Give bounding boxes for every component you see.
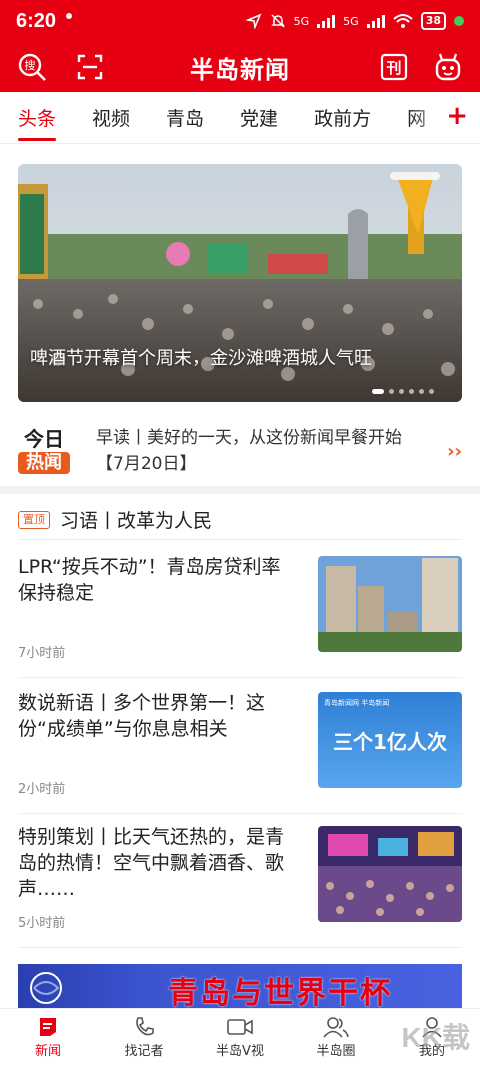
today-hot-news[interactable]: 今日 热闻 早读丨美好的一天，从这份新闻早餐开始【7月20日】 ›› xyxy=(0,418,480,484)
people-icon xyxy=(323,1017,349,1038)
globe-icon xyxy=(30,972,62,1004)
ad-text: 青岛与世界干杯 xyxy=(168,976,392,1008)
scan-icon xyxy=(77,54,103,80)
privacy-dot xyxy=(454,16,464,26)
nav-find-reporter[interactable]: 找记者 xyxy=(96,1009,192,1066)
news-thumbnail xyxy=(318,826,462,922)
signal-icon-1 xyxy=(317,14,336,28)
nav-community[interactable]: 半岛圈 xyxy=(288,1009,384,1066)
nav-label: 找记者 xyxy=(124,1044,164,1059)
signal-icon-2 xyxy=(366,14,385,28)
carousel-indicator xyxy=(372,389,434,394)
status-time: 6:20 xyxy=(16,9,57,32)
banner-caption: 啤酒节开幕首个周末，金沙滩啤酒城人气旺 xyxy=(30,348,372,369)
hot-headline: 早读丨美好的一天，从这份新闻早餐开始【7月20日】 xyxy=(96,428,402,474)
robot-icon xyxy=(435,53,461,81)
news-item[interactable]: 特别策划丨比天气还热的，是青岛的热情！空气中飘着酒香、歌声…… 5小时前 xyxy=(18,818,462,948)
news-thumbnail xyxy=(318,556,462,652)
chevron-right-icon: ›› xyxy=(447,440,462,462)
nav-video[interactable]: 半岛V视 xyxy=(192,1009,288,1066)
watermark: KK载 xyxy=(401,1022,470,1053)
section-divider xyxy=(0,486,480,494)
phone-icon xyxy=(136,1017,154,1036)
robot-button[interactable] xyxy=(430,49,466,85)
nav-label: 半岛V视 xyxy=(216,1044,264,1059)
news-item[interactable]: LPR“按兵不动”！青岛房贷利率保持稳定 7小时前 xyxy=(18,548,462,678)
ad-banner[interactable]: 青岛与世界干杯 xyxy=(18,964,462,1008)
news-title: 数说新语丨多个世界第一！这份“成绩单”与你息息相关 xyxy=(18,692,266,740)
news-time: 7小时前 xyxy=(18,646,66,661)
tab-qingdao[interactable]: 青岛 xyxy=(166,104,204,131)
video-icon xyxy=(227,1019,253,1035)
mute-icon xyxy=(270,14,285,28)
news-title: 特别策划丨比天气还热的，是青岛的热情！空气中飘着酒香、歌声…… xyxy=(18,826,285,900)
scan-button[interactable] xyxy=(72,49,108,85)
tab-politics[interactable]: 政前方 xyxy=(314,104,371,131)
svg-text:搜: 搜 xyxy=(25,58,36,72)
news-item[interactable]: 数说新语丨多个世界第一！这份“成绩单”与你息息相关 2小时前 青岛新闻网 半岛新… xyxy=(18,684,462,814)
tab-party[interactable]: 党建 xyxy=(240,104,278,131)
pinned-article[interactable]: 置顶 习语丨改革为人民 xyxy=(18,500,462,540)
search-button[interactable]: 搜 xyxy=(14,49,50,85)
news-time: 2小时前 xyxy=(18,782,66,797)
news-time: 5小时前 xyxy=(18,916,66,931)
banner-carousel[interactable]: 啤酒节开幕首个周末，金沙滩啤酒城人气旺 xyxy=(18,164,462,402)
news-title: LPR“按兵不动”！青岛房贷利率保持稳定 xyxy=(18,556,281,604)
location-icon xyxy=(245,13,262,29)
newspaper-label: 刊 xyxy=(386,58,402,77)
app-header: 搜 半岛新闻 刊 xyxy=(0,42,480,92)
status-bar: 6:20 5G 5G 38 xyxy=(0,0,480,42)
nav-label: 新闻 xyxy=(34,1044,61,1059)
nav-label: 半岛圈 xyxy=(316,1044,356,1059)
add-channel-button[interactable]: + xyxy=(446,102,468,130)
battery-icon: 38 xyxy=(420,12,446,30)
wifi-icon xyxy=(393,14,413,28)
news-icon xyxy=(40,1018,56,1036)
status-icons: 5G 5G 38 xyxy=(245,12,464,30)
notification-dot xyxy=(66,13,73,19)
thumbnail-headline: 三个1亿人次 xyxy=(333,730,447,754)
channel-tabs: 头条 视频 青岛 党建 政前方 网红 + xyxy=(0,92,480,144)
search-icon: 搜 xyxy=(18,53,46,81)
hot-badge: 今日 热闻 xyxy=(18,428,70,474)
tab-video[interactable]: 视频 xyxy=(92,104,130,131)
network-type-1: 5G xyxy=(293,14,310,28)
network-type-2: 5G xyxy=(343,14,359,28)
pinned-title: 习语丨改革为人民 xyxy=(60,510,213,532)
tab-headlines[interactable]: 头条 xyxy=(18,104,57,141)
newspaper-button[interactable]: 刊 xyxy=(376,49,412,85)
nav-news[interactable]: 新闻 xyxy=(0,1009,96,1066)
thumbnail-source: 青岛新闻网 半岛新闻 xyxy=(324,699,390,707)
news-thumbnail: 青岛新闻网 半岛新闻 三个1亿人次 xyxy=(318,692,462,788)
pinned-badge: 置顶 xyxy=(18,510,50,529)
